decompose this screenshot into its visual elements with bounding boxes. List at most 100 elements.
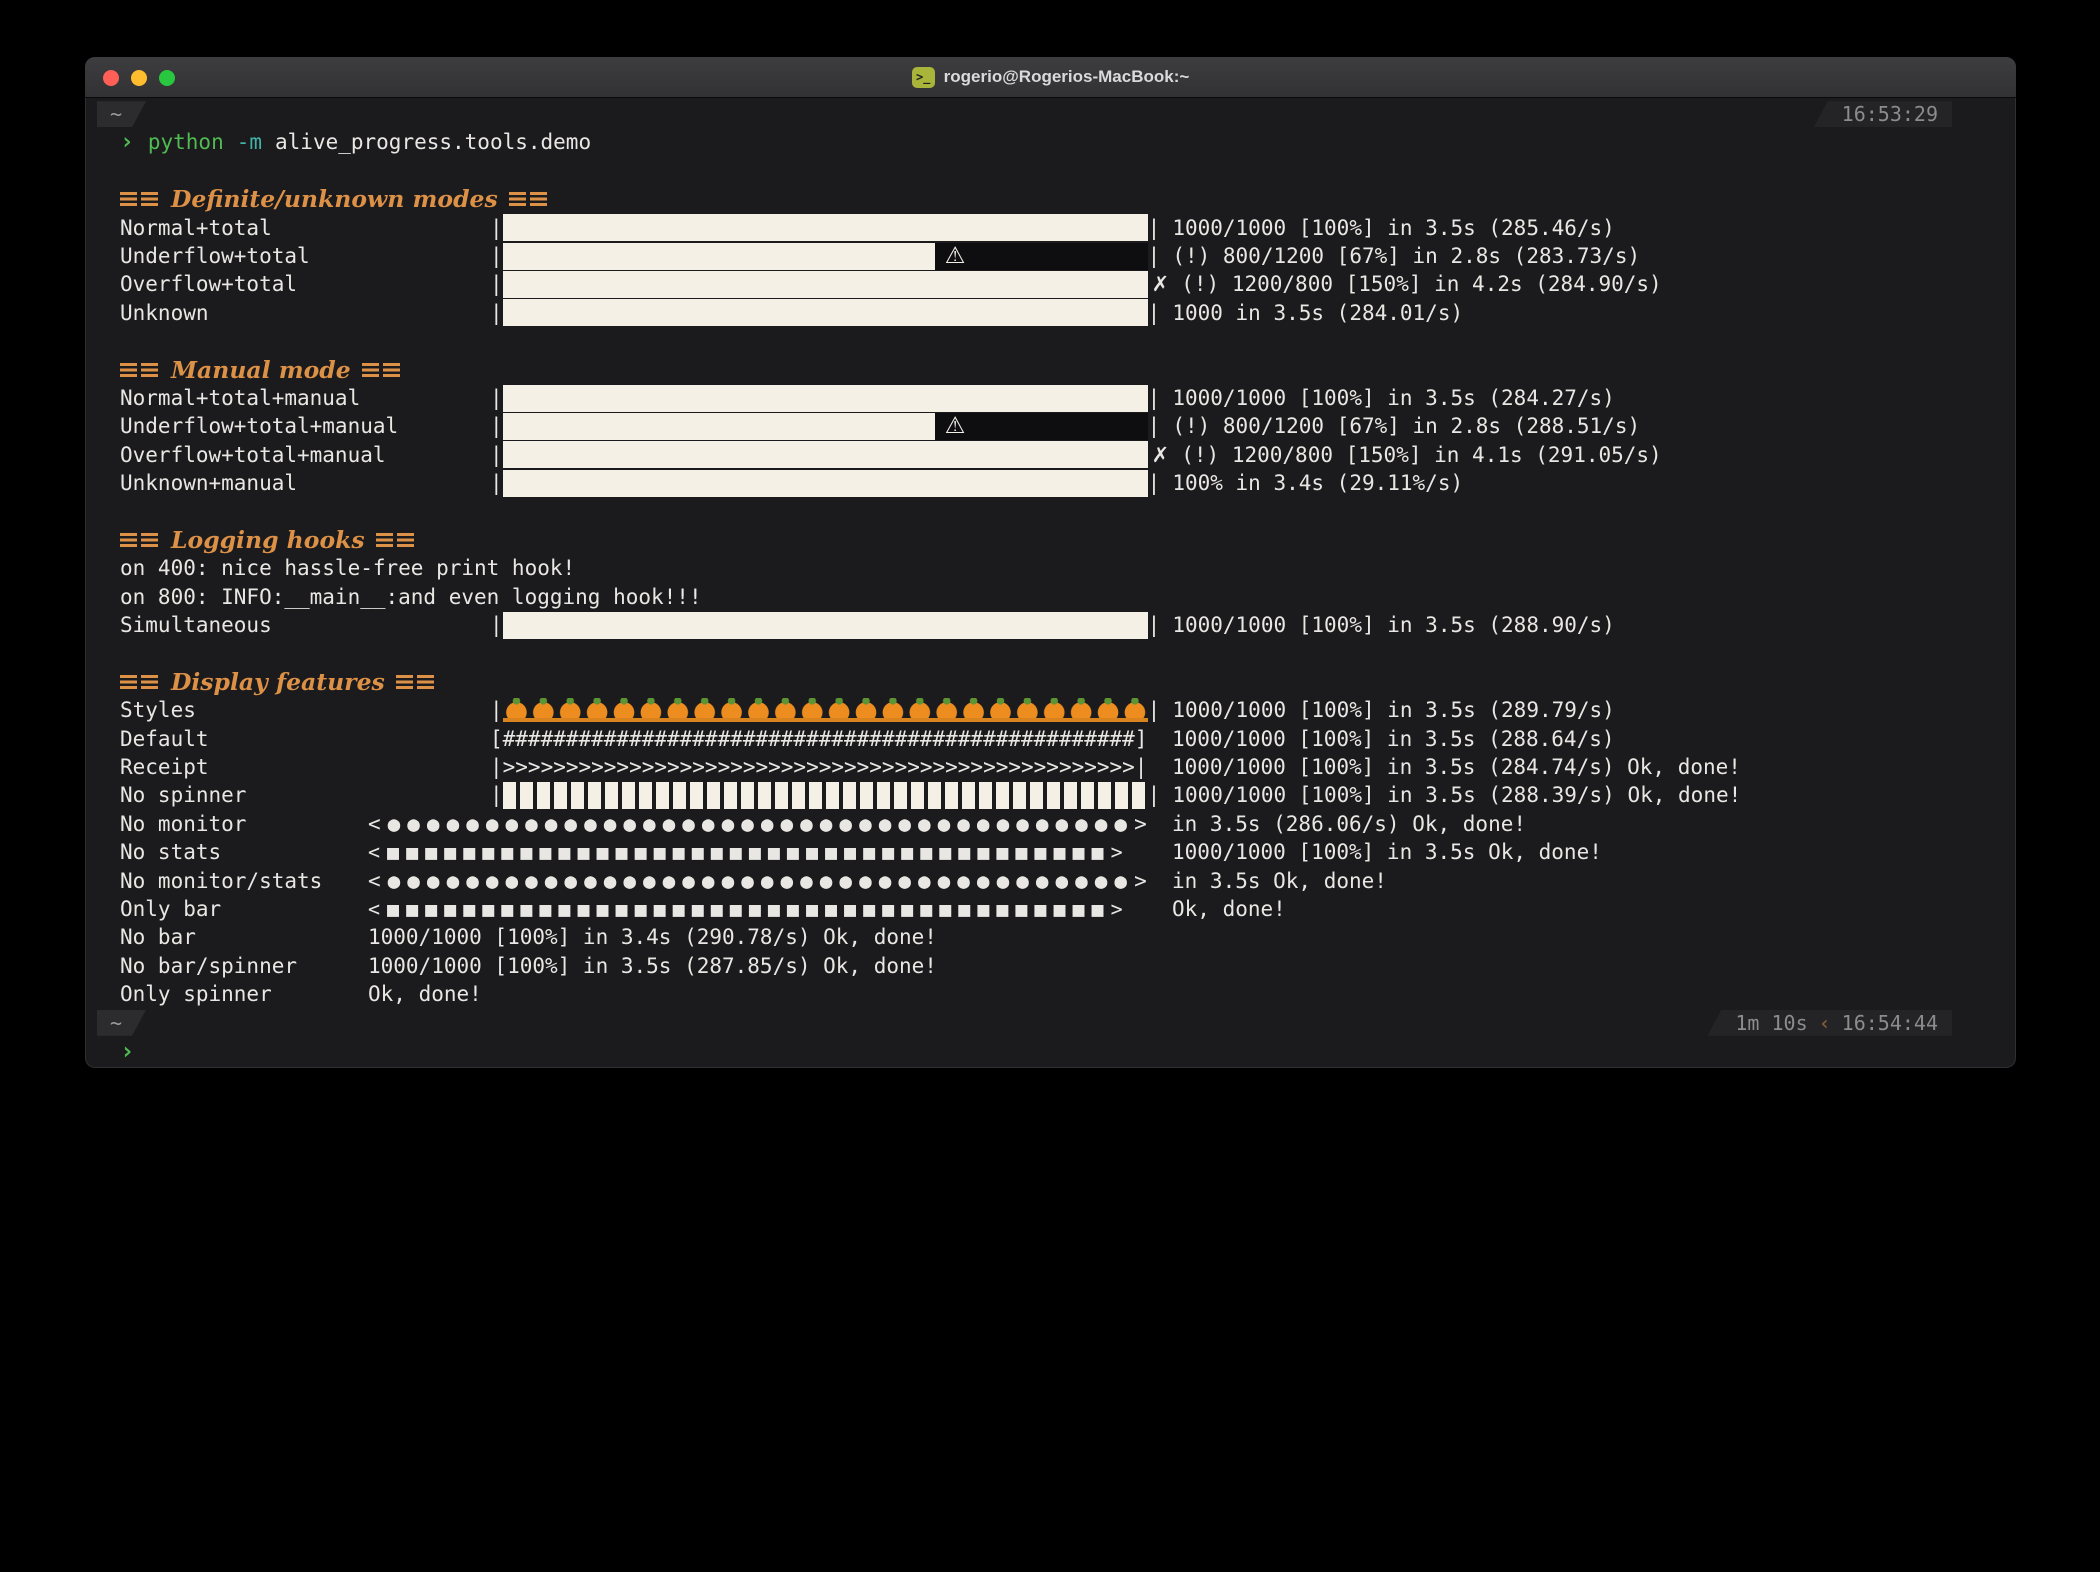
close-button[interactable] (103, 69, 119, 86)
command-option: -m (236, 130, 263, 155)
bar-delimiter: | (490, 385, 503, 410)
bar-delimiter: | (490, 783, 503, 808)
progress-bar (502, 214, 1148, 242)
heading-deco-icon (141, 675, 158, 689)
bar-delimiter: | (1147, 300, 1161, 325)
progress-row: Underflow+total | ⚠ | (!) 800/1200 [67%]… (120, 242, 1996, 270)
heading-deco-icon (529, 192, 547, 207)
window-titlebar[interactable]: >_ rogerio@Rogerios-MacBook:~ (85, 57, 2016, 98)
cwd-tab: ~ (97, 1010, 146, 1036)
bar-delimiter: | (1147, 471, 1161, 496)
terminal-screen[interactable]: ~ 16:53:29 › python -m alive_progress.to… (85, 98, 2016, 1065)
warning-icon: ⚠ (944, 412, 966, 439)
progress-stats: 1000/1000 [100%] in 3.5s (284.27/s) (1172, 385, 1615, 410)
block-bar (502, 782, 1148, 810)
heading-deco-icon (361, 362, 379, 377)
progress-bar (502, 441, 1148, 469)
progress-label: Underflow+total+manual (120, 414, 399, 439)
heading-deco-icon (120, 675, 137, 689)
progress-label: No bar (120, 925, 196, 950)
progress-row: Simultaneous | | 1000/1000 [100%] in 3.5… (120, 611, 1996, 639)
progress-label: No monitor (120, 811, 247, 836)
progress-stats: 1000/1000 [100%] in 3.5s (289.79/s) (1172, 698, 1615, 723)
section-heading: Logging hooks (120, 526, 1996, 554)
progress-bar: ⚠ (502, 412, 1148, 440)
chevron-left-icon: ‹ (1818, 1010, 1831, 1035)
command-argument: alive_progress.tools.demo (275, 130, 592, 155)
progress-label: No stats (120, 840, 222, 865)
progress-label: Normal+total+manual (120, 385, 361, 410)
progress-row: No stats <■■■■■■■■■■■■■■■■■■■■■■■■■■■■■■… (120, 838, 1996, 866)
progress-bar-fill (502, 242, 935, 270)
bar-delimiter: | (490, 442, 503, 467)
progress-stats: (!) 1200/800 [150%] in 4.2s (284.90/s) (1181, 272, 1662, 297)
progress-bar-fill (502, 384, 1148, 412)
progress-row: Styles | | 1000/1000 [100%] in 3.5s (289… (120, 696, 1996, 724)
heading-deco-icon (141, 533, 158, 548)
bar-delimiter: | (490, 243, 503, 268)
overflow-x-icon: ✗ (1151, 442, 1170, 467)
progress-row: No bar/spinner 1000/1000 [100%] in 3.5s … (120, 952, 1996, 980)
dot-bar: <●●●●●●●●●●●●●●●●●●●●●●●●●●●●●●●●●●●●●●> (368, 811, 1154, 836)
section-title: Logging hooks (171, 525, 365, 554)
heading-deco-icon (141, 362, 158, 377)
traffic-lights (103, 57, 175, 98)
heading-deco-icon (508, 192, 526, 207)
progress-row: Only bar <■■■■■■■■■■■■■■■■■■■■■■■■■■■■■■… (120, 895, 1996, 923)
log-line: on 800: INFO:__main__:and even logging h… (120, 583, 1996, 611)
zoom-button[interactable] (159, 69, 175, 86)
heading-deco-icon (382, 362, 400, 377)
progress-bar (502, 384, 1148, 412)
progress-label: Receipt (120, 754, 209, 779)
window-title-group: >_ rogerio@Rogerios-MacBook:~ (911, 66, 1189, 88)
heading-deco-icon (120, 533, 137, 548)
progress-label: No spinner (120, 783, 247, 808)
overflow-x-icon: ✗ (1151, 272, 1170, 297)
progress-label: Unknown+manual (120, 471, 298, 496)
bar-delimiter: | (490, 414, 503, 439)
progress-stats: 1000/1000 [100%] in 3.4s (290.78/s) Ok, … (368, 925, 937, 950)
progress-row: Overflow+total+manual | ✗ (!) 1200/800 [… (120, 441, 1996, 469)
shell-prompt-line[interactable]: › (120, 1037, 1996, 1065)
progress-stats: 1000/1000 [100%] in 3.5s (288.39/s) Ok, … (1172, 783, 1742, 808)
elapsed-duration: 1m 10s (1735, 1010, 1808, 1035)
prompt-status-line: ~ 16:53:29 (120, 100, 1996, 128)
heading-deco-icon (375, 533, 393, 548)
arrow-bar: |>>>>>>>>>>>>>>>>>>>>>>>>>>>>>>>>>>>>>>>… (490, 754, 1148, 779)
section-heading: Definite/unknown modes (120, 185, 1996, 213)
progress-stats: 1000/1000 [100%] in 3.5s (285.46/s) (1172, 215, 1615, 240)
minimize-button[interactable] (131, 69, 147, 86)
progress-row: Receipt |>>>>>>>>>>>>>>>>>>>>>>>>>>>>>>>… (120, 753, 1996, 781)
progress-stats: 1000/1000 [100%] in 3.5s (288.90/s) (1172, 613, 1615, 638)
progress-stats: Ok, done! (368, 982, 482, 1007)
progress-bar (502, 611, 1148, 639)
section-heading: Display features (120, 668, 1996, 696)
command-line: › python -m alive_progress.tools.demo (120, 128, 1996, 156)
bar-delimiter: | (1147, 215, 1161, 240)
progress-bar-fill (502, 441, 1148, 469)
progress-stats: 1000/1000 [100%] in 3.5s (288.64/s) (1172, 726, 1615, 751)
square-bar: <■■■■■■■■■■■■■■■■■■■■■■■■■■■■■■■■■■■■■■> (368, 840, 1130, 865)
section-title: Display features (171, 667, 385, 696)
progress-label: No monitor/stats (120, 868, 323, 893)
clock-badge: 16:53:29 (1813, 101, 1952, 128)
section-heading: Manual mode (120, 356, 1996, 384)
progress-stats: Ok, done! (1172, 896, 1286, 921)
progress-label: Only bar (120, 896, 222, 921)
hash-bar: [#######################################… (490, 726, 1148, 751)
progress-stats: in 3.5s (286.06/s) Ok, done! (1172, 811, 1527, 836)
progress-bar-fill (502, 469, 1148, 497)
progress-row: Normal+total+manual | | 1000/1000 [100%]… (120, 384, 1996, 412)
prompt-arrow-icon: › (120, 1036, 135, 1065)
progress-row: Unknown | | 1000 in 3.5s (284.01/s) (120, 299, 1996, 327)
progress-label: Default (120, 726, 209, 751)
bar-delimiter: | (490, 300, 503, 325)
dot-bar: <●●●●●●●●●●●●●●●●●●●●●●●●●●●●●●●●●●●●●●> (368, 868, 1154, 893)
log-text: on 800: INFO:__main__:and even logging h… (120, 584, 702, 609)
progress-label: Overflow+total (120, 272, 298, 297)
progress-bar (502, 299, 1148, 327)
progress-bar-fill (502, 299, 1148, 327)
